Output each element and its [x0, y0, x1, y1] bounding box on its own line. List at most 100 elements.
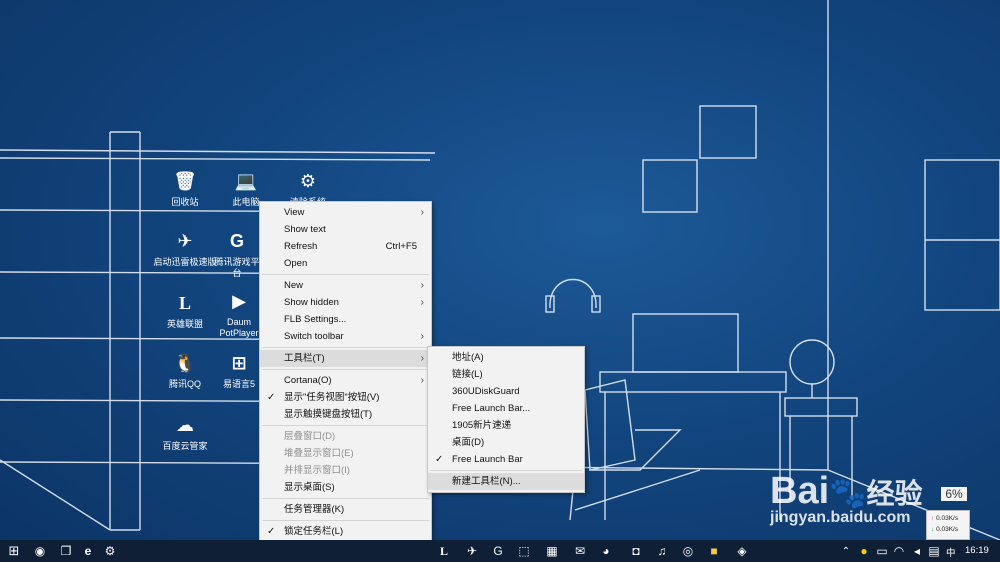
- edge-icon[interactable]: e: [80, 543, 96, 559]
- thunder-taskbar-icon[interactable]: ✈: [464, 543, 480, 559]
- tencent-games-taskbar-icon[interactable]: G: [490, 543, 506, 559]
- menu-item-label: 堆叠显示窗口(E): [284, 448, 354, 459]
- chevron-right-icon: ›: [420, 375, 424, 386]
- menu-item: 并排显示窗口(I): [260, 462, 431, 479]
- check-icon: ✓: [267, 526, 276, 537]
- menu-item[interactable]: FLB Settings...: [260, 311, 431, 328]
- security-icon[interactable]: ●: [856, 543, 872, 559]
- menu-item-label: 新建工具栏(N)...: [452, 476, 521, 487]
- screenshot-icon[interactable]: ⬚: [516, 543, 532, 559]
- watermark-url: jingyan.baidu.com: [770, 509, 911, 526]
- net-percent: 6%: [941, 487, 967, 501]
- menu-item-label: 并排显示窗口(I): [284, 465, 350, 476]
- desktop-icon-eyuyan[interactable]: ⊞ 易语言5: [218, 350, 260, 390]
- menu-item[interactable]: 新建工具栏(N)...: [428, 473, 584, 490]
- wifi-icon[interactable]: ◠: [891, 543, 907, 559]
- menu-item-label: 锁定任务栏(L): [284, 526, 344, 537]
- settings-icon[interactable]: ⚙: [102, 543, 118, 559]
- chevron-right-icon: ›: [420, 353, 424, 364]
- menu-item-label: Show text: [284, 224, 326, 235]
- menu-item[interactable]: 1905新片速递: [428, 417, 584, 434]
- menu-item[interactable]: 桌面(D): [428, 434, 584, 451]
- watermark-brand2: 经验: [866, 478, 923, 509]
- music-icon[interactable]: ♫: [654, 543, 670, 559]
- icon-label: 启动迅雷极速版: [153, 257, 217, 267]
- task-view-icon[interactable]: ❐: [58, 543, 74, 559]
- desktop-icon-recycle-bin[interactable]: 🗑 回收站: [153, 168, 217, 208]
- menu-item[interactable]: Cortana(O) ›: [260, 372, 431, 389]
- menu-separator: [262, 347, 429, 348]
- menu-item-label: Free Launch Bar...: [452, 403, 531, 414]
- lol-taskbar-icon[interactable]: L: [436, 543, 452, 559]
- upload-arrow-icon: ↑: [931, 515, 935, 522]
- desktop-icon-baidu-cloud[interactable]: ☁ 百度云管家: [153, 412, 217, 452]
- paw-icon: 🐾: [829, 477, 867, 510]
- menu-item[interactable]: 显示触摸键盘按钮(T): [260, 406, 431, 423]
- chevron-right-icon: ›: [420, 331, 424, 342]
- play-icon: ▶: [232, 290, 246, 311]
- menu-item[interactable]: 链接(L): [428, 366, 584, 383]
- menu-separator: [262, 498, 429, 499]
- browser-icon[interactable]: ◎: [680, 543, 696, 559]
- volume-icon[interactable]: ◂: [909, 543, 925, 559]
- menu-item[interactable]: Show text: [260, 221, 431, 238]
- store-icon[interactable]: ▦: [544, 543, 560, 559]
- menu-item[interactable]: 地址(A): [428, 349, 584, 366]
- desktop-icon-thunder[interactable]: ✈ 启动迅雷极速版: [153, 228, 217, 268]
- menu-item[interactable]: ✓ Free Launch Bar: [428, 451, 584, 468]
- chevron-up-icon[interactable]: ⌃: [838, 543, 854, 559]
- camera-icon[interactable]: ◘: [628, 543, 644, 559]
- menu-item[interactable]: 任务管理器(K): [260, 501, 431, 518]
- menu-item-label: FLB Settings...: [284, 314, 347, 325]
- menu-separator: [262, 425, 429, 426]
- menu-item[interactable]: Show hidden ›: [260, 294, 431, 311]
- qq-icon: 🐧: [173, 352, 197, 373]
- chevron-right-icon: ›: [420, 207, 424, 218]
- menu-item-label: 360UDiskGuard: [452, 386, 520, 397]
- menu-item[interactable]: Switch toolbar ›: [260, 328, 431, 345]
- clock[interactable]: 16:19: [965, 545, 989, 556]
- ime-indicator[interactable]: 中: [946, 545, 956, 559]
- net-speed-widget[interactable]: 6% ↑ 0.03K/s ↓ 0.03K/s: [926, 487, 970, 540]
- toolbar-submenu: 地址(A) 链接(L) 360UDiskGuard Free Launch Bar..…: [427, 346, 585, 493]
- gear-icon: ⚙: [299, 170, 317, 191]
- app-icon[interactable]: ◈: [734, 543, 750, 559]
- menu-item-label: 任务管理器(K): [284, 504, 345, 515]
- tencent-games-icon: G: [229, 230, 244, 251]
- menu-item-label: Free Launch Bar: [452, 454, 523, 465]
- desktop-icon-tencent-games[interactable]: G 腾讯游戏平台: [214, 228, 260, 279]
- menu-item[interactable]: ✓ 锁定任务栏(L): [260, 523, 431, 540]
- icon-label: 百度云管家: [162, 441, 208, 451]
- recycle-bin-icon: 🗑: [173, 170, 197, 191]
- menu-item[interactable]: Refresh Ctrl+F5: [260, 238, 431, 255]
- menu-item-label: Switch toolbar: [284, 331, 344, 342]
- menu-item-label: Refresh: [284, 241, 318, 252]
- net-down: 0.03K/s: [936, 526, 959, 533]
- windows-start-icon[interactable]: ⊞: [6, 543, 22, 559]
- notification-icon[interactable]: ▤: [926, 543, 942, 559]
- taskbar[interactable]: ⊞ ◉ ❐ e ⚙ L ✈ G ⬚ ▦ ✉ ◕ ◘ ♫ ◎ ■ ◈ ⌃ ● ▭ …: [0, 540, 1000, 562]
- cortana-icon[interactable]: ◉: [32, 543, 48, 559]
- menu-item[interactable]: New ›: [260, 277, 431, 294]
- menu-item[interactable]: 显示桌面(S): [260, 479, 431, 496]
- menu-item-label: 显示触摸键盘按钮(T): [284, 409, 373, 420]
- folder-icon[interactable]: ■: [706, 543, 722, 559]
- menu-item[interactable]: View ›: [260, 204, 431, 221]
- icon-label: 腾讯游戏平台: [214, 257, 260, 278]
- menu-item[interactable]: 360UDiskGuard: [428, 383, 584, 400]
- menu-item[interactable]: Free Launch Bar...: [428, 400, 584, 417]
- menu-item-label: View: [284, 207, 305, 218]
- download-arrow-icon: ↓: [931, 526, 935, 533]
- desktop-icon-league-of-legends[interactable]: L 英雄联盟: [153, 290, 217, 330]
- mail-icon[interactable]: ✉: [572, 543, 588, 559]
- desktop-icon-qq[interactable]: 🐧 腾讯QQ: [153, 350, 217, 390]
- menu-item[interactable]: 工具栏(T) ›: [260, 350, 431, 367]
- battery-icon[interactable]: ▭: [874, 543, 890, 559]
- grid-icon: ⊞: [231, 352, 247, 373]
- menu-item[interactable]: Open: [260, 255, 431, 272]
- desktop-icon-potplayer[interactable]: ▶ Daum PotPlayer: [218, 288, 260, 339]
- menu-item[interactable]: ✓ 显示"任务视图"按钮(V): [260, 389, 431, 406]
- taskbar-context-menu: View › Show text Refresh Ctrl+F5 Open New › Show…: [259, 201, 432, 560]
- qq-taskbar-icon[interactable]: ◕: [598, 543, 614, 559]
- menu-item-label: 工具栏(T): [284, 353, 325, 364]
